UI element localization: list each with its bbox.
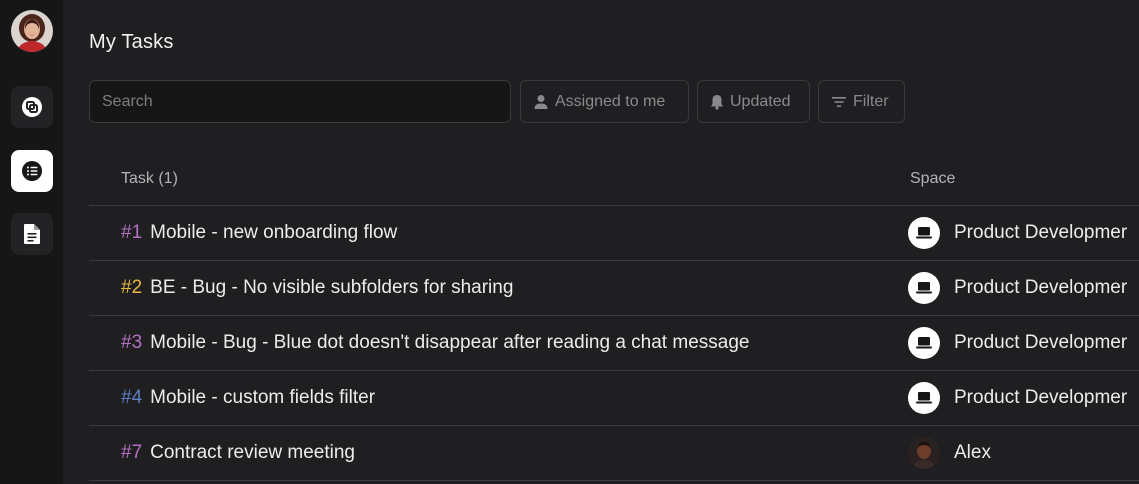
document-icon bbox=[22, 223, 42, 245]
task-id: #7 bbox=[121, 442, 143, 463]
space-cell: Product Developmer bbox=[908, 327, 1127, 359]
updated-filter-button[interactable]: Updated bbox=[697, 80, 810, 123]
task-id: #4 bbox=[121, 387, 143, 408]
task-cell: #3 Mobile - Bug - Blue dot doesn't disapp… bbox=[121, 332, 749, 354]
space-column-header[interactable]: Space bbox=[910, 170, 955, 188]
task-id: #2 bbox=[121, 277, 143, 298]
task-list-icon bbox=[21, 160, 43, 182]
filter-lines-icon bbox=[831, 95, 847, 109]
nav-tasks-button[interactable] bbox=[11, 150, 53, 192]
laptop-icon bbox=[908, 327, 940, 359]
space-name[interactable]: Product Developmer bbox=[954, 332, 1127, 354]
nav-spaces-button[interactable] bbox=[11, 86, 53, 128]
task-cell: #7 Contract review meeting bbox=[121, 442, 355, 464]
laptop-icon bbox=[908, 382, 940, 414]
space-name[interactable]: Product Developmer bbox=[954, 222, 1127, 244]
assigned-to-me-label: Assigned to me bbox=[555, 92, 666, 110]
task-table-header: Task (1) Space bbox=[89, 153, 1139, 206]
space-name[interactable]: Product Developmer bbox=[954, 277, 1127, 299]
page-title: My Tasks bbox=[89, 31, 174, 53]
laptop-icon bbox=[908, 272, 940, 304]
app-window: My Tasks Assigned to me Updated bbox=[0, 0, 1139, 484]
task-cell: #1 Mobile - new onboarding flow bbox=[121, 222, 397, 244]
space-switch-icon bbox=[21, 96, 43, 118]
task-id: #3 bbox=[121, 332, 143, 353]
updated-label: Updated bbox=[730, 92, 791, 110]
space-name[interactable]: Product Developmer bbox=[954, 387, 1127, 409]
space-cell: Alex bbox=[908, 437, 991, 469]
filter-label: Filter bbox=[853, 92, 889, 110]
task-title[interactable]: Mobile - new onboarding flow bbox=[150, 222, 397, 243]
nav-documents-button[interactable] bbox=[11, 213, 53, 255]
space-name[interactable]: Alex bbox=[954, 442, 991, 464]
space-cell: Product Developmer bbox=[908, 217, 1127, 249]
task-column-header[interactable]: Task (1) bbox=[121, 170, 178, 188]
space-cell: Product Developmer bbox=[908, 272, 1127, 304]
task-row[interactable]: #2 BE - Bug - No visible subfolders for s… bbox=[89, 261, 1139, 316]
laptop-icon bbox=[908, 217, 940, 249]
task-cell: #4 Mobile - custom fields filter bbox=[121, 387, 375, 409]
sidebar bbox=[0, 0, 63, 484]
task-cell: #2 BE - Bug - No visible subfolders for s… bbox=[121, 277, 513, 299]
person-icon bbox=[533, 94, 549, 110]
task-title[interactable]: Mobile - Bug - Blue dot doesn't disappea… bbox=[150, 332, 749, 353]
task-title[interactable]: Contract review meeting bbox=[150, 442, 355, 463]
task-id: #1 bbox=[121, 222, 143, 243]
assigned-to-me-filter-button[interactable]: Assigned to me bbox=[520, 80, 689, 123]
space-cell: Product Developmer bbox=[908, 382, 1127, 414]
filter-button[interactable]: Filter bbox=[818, 80, 905, 123]
task-row[interactable]: #3 Mobile - Bug - Blue dot doesn't disapp… bbox=[89, 316, 1139, 371]
task-row[interactable]: #4 Mobile - custom fields filter Product … bbox=[89, 371, 1139, 426]
user-avatar[interactable] bbox=[11, 10, 53, 52]
bell-icon bbox=[710, 94, 724, 110]
task-title[interactable]: BE - Bug - No visible subfolders for sha… bbox=[150, 277, 513, 298]
user-avatar bbox=[908, 437, 940, 469]
task-row[interactable]: #7 Contract review meeting Alex bbox=[89, 426, 1139, 481]
task-title[interactable]: Mobile - custom fields filter bbox=[150, 387, 375, 408]
task-row[interactable]: #1 Mobile - new onboarding flow Product D… bbox=[89, 206, 1139, 261]
search-input[interactable] bbox=[89, 80, 511, 123]
